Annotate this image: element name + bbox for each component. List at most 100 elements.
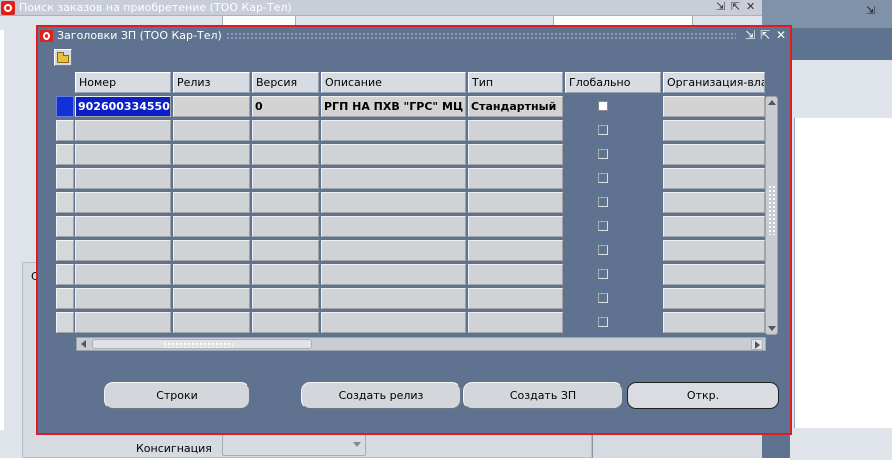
horizontal-scrollbar[interactable] bbox=[76, 337, 766, 351]
cell-org[interactable] bbox=[663, 144, 765, 165]
cell-version[interactable] bbox=[252, 216, 319, 237]
column-header-owner-org[interactable]: Организация-вла bbox=[663, 72, 765, 93]
modal-titlebar[interactable]: Заголовки ЗП (ТОО Кар-Тел) ⇲ ⇱ ✕ bbox=[38, 27, 790, 45]
cell-release[interactable] bbox=[173, 120, 250, 141]
row-selector[interactable] bbox=[56, 288, 74, 309]
cell-org[interactable] bbox=[663, 192, 765, 213]
cell-release[interactable] bbox=[173, 312, 250, 333]
consignment-select[interactable] bbox=[222, 434, 366, 456]
cell-type[interactable] bbox=[468, 144, 563, 165]
cell-type[interactable] bbox=[468, 288, 563, 309]
cell-description[interactable] bbox=[321, 144, 466, 165]
column-header-release[interactable]: Релиз bbox=[173, 72, 250, 93]
row-selector[interactable] bbox=[56, 192, 74, 213]
close-icon[interactable]: ✕ bbox=[774, 28, 788, 43]
cell-number[interactable] bbox=[75, 192, 171, 213]
column-header-number[interactable]: Номер bbox=[75, 72, 171, 93]
cell-type[interactable]: Стандартный bbox=[468, 96, 563, 117]
cell-type[interactable] bbox=[468, 120, 563, 141]
cell-number[interactable] bbox=[75, 120, 171, 141]
global-checkbox[interactable] bbox=[598, 293, 608, 303]
row-selector[interactable] bbox=[56, 120, 74, 141]
cell-number[interactable] bbox=[75, 216, 171, 237]
cell-release[interactable] bbox=[173, 264, 250, 285]
cell-version[interactable] bbox=[252, 312, 319, 333]
global-checkbox[interactable] bbox=[598, 245, 608, 255]
cell-type[interactable] bbox=[468, 192, 563, 213]
cell-type[interactable] bbox=[468, 264, 563, 285]
row-selector[interactable] bbox=[56, 216, 74, 237]
global-checkbox[interactable] bbox=[598, 269, 608, 279]
cell-description[interactable] bbox=[321, 312, 466, 333]
cell-version[interactable] bbox=[252, 288, 319, 309]
minimize-icon[interactable]: ⇲ bbox=[716, 0, 725, 14]
scroll-grip[interactable] bbox=[768, 185, 776, 235]
scroll-down-icon[interactable] bbox=[768, 326, 776, 331]
cell-org[interactable] bbox=[663, 240, 765, 261]
cell-number[interactable] bbox=[75, 144, 171, 165]
cell-release[interactable] bbox=[173, 240, 250, 261]
cell-version[interactable]: 0 bbox=[252, 96, 319, 117]
cell-description[interactable] bbox=[321, 240, 466, 261]
cell-org[interactable] bbox=[663, 288, 765, 309]
row-selector[interactable] bbox=[56, 264, 74, 285]
global-checkbox[interactable] bbox=[598, 197, 608, 207]
maximize-icon[interactable]: ⇱ bbox=[758, 28, 772, 43]
minimize-icon[interactable]: ⇲ bbox=[743, 28, 757, 43]
row-selector[interactable] bbox=[56, 168, 74, 189]
create-po-button[interactable]: Создать ЗП bbox=[463, 382, 623, 409]
cell-description[interactable] bbox=[321, 192, 466, 213]
cell-release[interactable] bbox=[173, 288, 250, 309]
row-selector[interactable] bbox=[56, 312, 74, 333]
scroll-left-icon[interactable] bbox=[81, 340, 86, 348]
column-header-global[interactable]: Глобально bbox=[565, 72, 661, 93]
cell-number[interactable] bbox=[75, 312, 171, 333]
cell-org[interactable] bbox=[663, 168, 765, 189]
cell-description[interactable] bbox=[321, 120, 466, 141]
scroll-thumb[interactable] bbox=[92, 339, 312, 349]
cell-version[interactable] bbox=[252, 264, 319, 285]
cell-release[interactable] bbox=[173, 144, 250, 165]
cell-version[interactable] bbox=[252, 144, 319, 165]
global-checkbox[interactable] bbox=[598, 317, 608, 327]
cell-version[interactable] bbox=[252, 120, 319, 141]
column-header-description[interactable]: Описание bbox=[321, 72, 466, 93]
global-checkbox[interactable] bbox=[598, 149, 608, 159]
cell-release[interactable] bbox=[173, 168, 250, 189]
cell-description[interactable] bbox=[321, 264, 466, 285]
folder-open-icon[interactable] bbox=[54, 49, 72, 66]
cell-version[interactable] bbox=[252, 192, 319, 213]
close-icon[interactable]: ✕ bbox=[746, 0, 755, 14]
scroll-up-icon[interactable] bbox=[768, 100, 776, 105]
global-checkbox[interactable] bbox=[598, 221, 608, 231]
titlebar-drag-grip[interactable] bbox=[226, 32, 736, 41]
cell-number[interactable] bbox=[75, 168, 171, 189]
cell-type[interactable] bbox=[468, 216, 563, 237]
row-selector[interactable] bbox=[56, 240, 74, 261]
cell-org[interactable] bbox=[663, 264, 765, 285]
lines-button[interactable]: Строки bbox=[104, 382, 250, 409]
cell-number[interactable] bbox=[75, 240, 171, 261]
cell-number[interactable]: 902600334550 bbox=[75, 96, 171, 117]
cell-description[interactable] bbox=[321, 168, 466, 189]
row-selector[interactable] bbox=[56, 96, 74, 117]
open-button[interactable]: Откр. bbox=[627, 382, 779, 409]
cell-org[interactable] bbox=[663, 120, 765, 141]
scroll-right-icon[interactable] bbox=[751, 339, 763, 350]
cell-org[interactable] bbox=[663, 216, 765, 237]
cell-release[interactable] bbox=[173, 216, 250, 237]
global-checkbox[interactable] bbox=[598, 173, 608, 183]
cell-release[interactable] bbox=[173, 192, 250, 213]
cell-org[interactable] bbox=[663, 312, 765, 333]
cell-description[interactable] bbox=[321, 216, 466, 237]
cell-number[interactable] bbox=[75, 288, 171, 309]
cell-version[interactable] bbox=[252, 168, 319, 189]
cell-type[interactable] bbox=[468, 312, 563, 333]
vertical-scrollbar[interactable] bbox=[765, 96, 778, 335]
column-header-version[interactable]: Версия bbox=[252, 72, 319, 93]
column-header-type[interactable]: Тип bbox=[468, 72, 563, 93]
cell-org[interactable] bbox=[663, 96, 765, 117]
cell-type[interactable] bbox=[468, 240, 563, 261]
cell-number[interactable] bbox=[75, 264, 171, 285]
global-checkbox[interactable] bbox=[598, 125, 608, 135]
